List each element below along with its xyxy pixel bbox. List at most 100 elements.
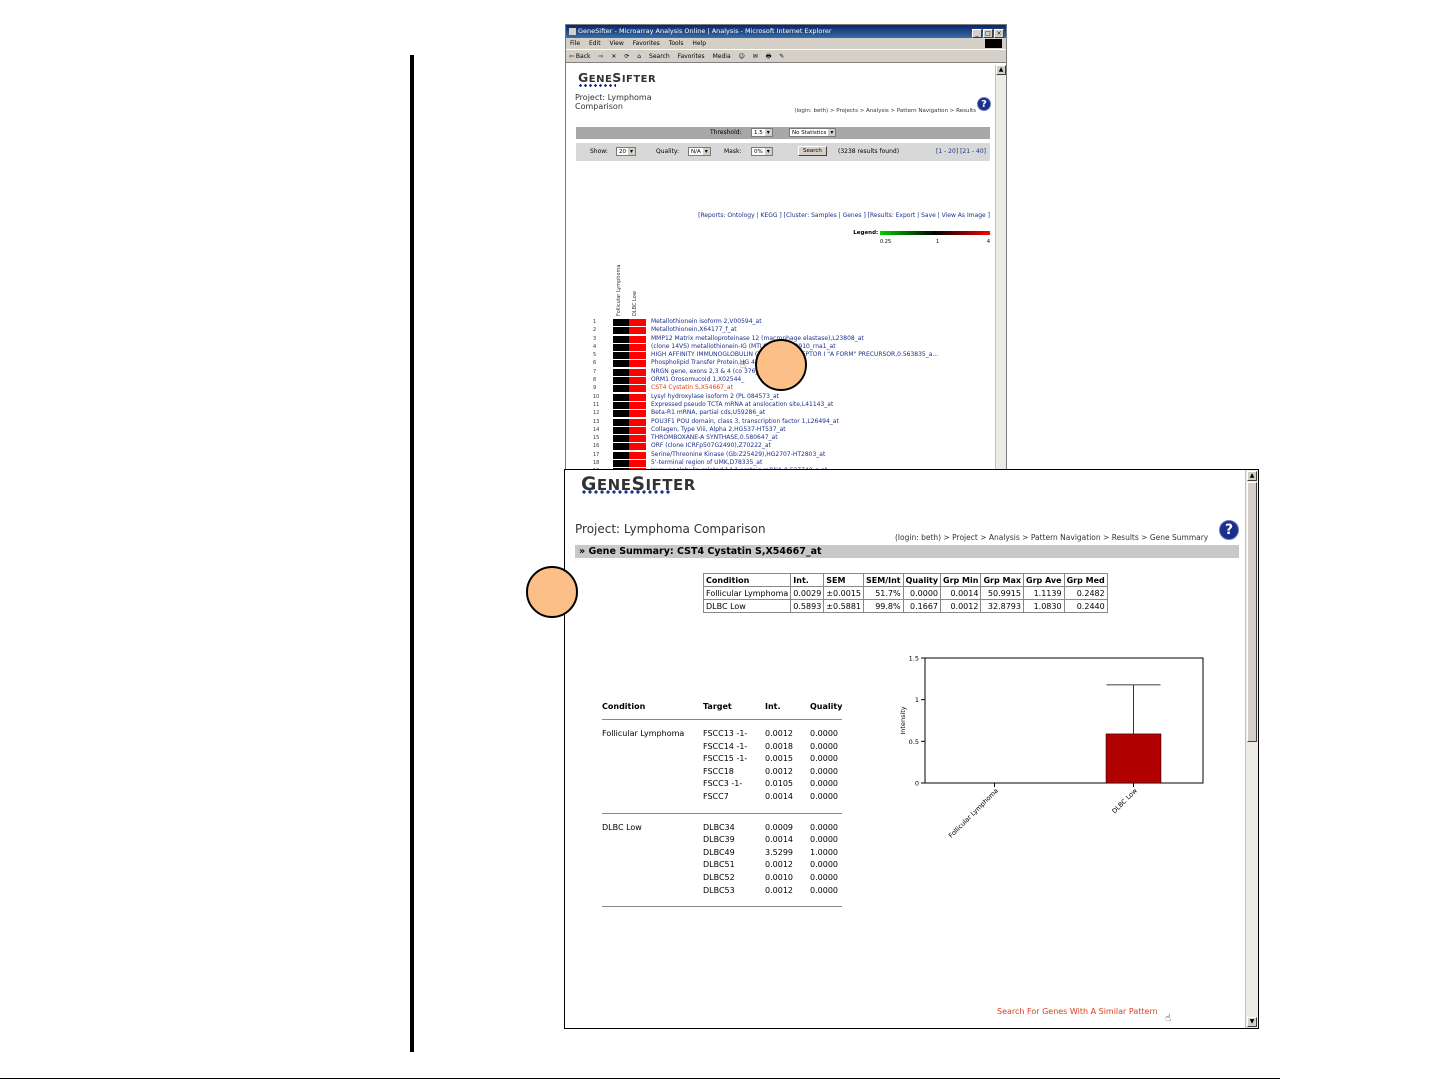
- gene-link[interactable]: (clone 14VS) metallothionein-IG (MTLG) g…: [651, 343, 836, 351]
- gene-link[interactable]: ORM1 Orosomucoid 1,X02544_: [651, 376, 744, 384]
- gene-link[interactable]: Lysyl hydroxylase isoform 2 (PL 084573_a…: [651, 393, 779, 401]
- y-tick-label: 1.5: [909, 655, 919, 663]
- menu-help[interactable]: Help: [692, 40, 706, 47]
- gene-link[interactable]: Collagen, Type Viii, Alpha 2,HG537-HT537…: [651, 426, 786, 434]
- scroll-down-icon[interactable]: ▼: [1247, 1017, 1257, 1027]
- search-toolbar-button[interactable]: Search: [649, 53, 670, 60]
- legend-label: Legend:: [853, 230, 879, 236]
- forward-button[interactable]: ⇨: [598, 53, 603, 60]
- target-cell: FSCC3 -1-: [703, 779, 743, 789]
- favorites-toolbar-button[interactable]: Favorites: [678, 53, 705, 60]
- gene-link[interactable]: Beta-R1 mRNA, partial cds,U59286_at: [651, 409, 765, 417]
- y-tick-label: 1: [915, 696, 919, 704]
- gene-link[interactable]: Metallothionein isoform 2,V00594_at: [651, 318, 762, 326]
- heatmap-cell-dlbc: [629, 460, 646, 468]
- plot-area: [924, 657, 1204, 784]
- scroll-up-icon[interactable]: ▲: [1247, 471, 1257, 481]
- help-icon[interactable]: ?: [1219, 520, 1239, 540]
- gene-link[interactable]: 5'-terminal region of UMK,D78335_at: [651, 459, 762, 467]
- history-button[interactable]: ☺: [739, 53, 745, 60]
- int-cell: 0.0014: [765, 835, 793, 845]
- mail-button[interactable]: ✉: [753, 53, 758, 60]
- stop-button[interactable]: ✕: [611, 53, 616, 60]
- pagination[interactable]: [1 - 20] [21 - 40]: [936, 143, 986, 161]
- table-row: Follicular Lymphoma FSCC13 -1- 0.0012 0.000…: [602, 729, 842, 742]
- threshold-bar: Threshold: 1.5 No Statistics: [576, 127, 990, 139]
- table-row: FSCC3 -1- 0.0105 0.0000: [602, 779, 842, 792]
- media-toolbar-button[interactable]: Media: [713, 53, 731, 60]
- show-select[interactable]: 20: [616, 147, 636, 156]
- intensity-bar-chart: 0 0.5 1 1.5 Intensity Follicular Lymphoma DLBC…: [899, 655, 1204, 840]
- target-cell: FSCC14 -1-: [703, 741, 748, 751]
- window-title: GeneSifter - Microarray Analysis Online …: [578, 27, 832, 35]
- summary-scrollbar[interactable]: ▲ ▼: [1245, 470, 1258, 1028]
- reports-links[interactable]: [Reports: Ontology | KEGG ] [Cluster: Sa…: [698, 212, 990, 219]
- close-icon[interactable]: ×: [994, 29, 1004, 38]
- heatmap-cell-dlbc: [629, 426, 646, 434]
- int-cell: 0.0012: [765, 860, 793, 870]
- maximize-icon[interactable]: □: [983, 29, 993, 38]
- menu-file[interactable]: File: [570, 40, 580, 47]
- help-icon[interactable]: ?: [977, 97, 991, 111]
- minimize-icon[interactable]: _: [972, 29, 982, 38]
- gene-link[interactable]: Metallothionein,X64177_f_at: [651, 326, 737, 334]
- genesifter-logo: GENESIFTER: [578, 70, 657, 85]
- refresh-button[interactable]: ⟳: [624, 53, 629, 60]
- heatmap-cell-dlbc: [629, 385, 646, 393]
- edit-button[interactable]: ✎: [779, 53, 784, 60]
- breadcrumb[interactable]: (login: beth) > Project > Analysis > Pat…: [895, 533, 1208, 542]
- scroll-up-icon[interactable]: ▲: [996, 65, 1006, 75]
- heatmap-cell-dlbc: [629, 418, 646, 426]
- heatmap-cell-dlbc: [629, 443, 646, 451]
- gene-link[interactable]: CST4 Cystatin S,X54667_at: [651, 384, 733, 392]
- gene-link[interactable]: POU3F1 POU domain, class 3, transcriptio…: [651, 418, 839, 426]
- condition-group: DLBC Low DLBC34 0.0009 0.0000 DLBC39 0.0014 0.…: [602, 814, 842, 908]
- col-grp-min: Grp Min: [940, 573, 982, 587]
- table-row: Follicular Lymphoma 0.0029 ±0.0015 51.7%…: [702, 586, 1108, 600]
- statistics-select[interactable]: No Statistics: [789, 128, 837, 137]
- mask-select[interactable]: 0%: [751, 147, 773, 156]
- gene-link[interactable]: ORF (clone ICRFp507G2490),Z70222_at: [651, 442, 771, 450]
- cell: 1.1139: [1023, 586, 1065, 600]
- heatmap-cell-dlbc: [629, 335, 646, 343]
- menu-favorites[interactable]: Favorites: [633, 40, 660, 47]
- scroll-thumb[interactable]: [1247, 482, 1257, 742]
- target-cell: DLBC52: [703, 872, 735, 882]
- col-quality: Quality: [902, 573, 942, 587]
- menu-tools[interactable]: Tools: [669, 40, 684, 47]
- quality-cell: 0.0000: [810, 822, 838, 832]
- gene-link[interactable]: THROMBOXANE-A SYNTHASE,0.580647_at: [651, 434, 778, 442]
- back-button[interactable]: ⇦ Back: [569, 53, 591, 60]
- gene-link[interactable]: MMP12 Matrix metalloproteinase 12 (macro…: [651, 335, 864, 343]
- quality-cell: 0.0000: [810, 779, 838, 789]
- hand-cursor-icon: ☝: [740, 360, 747, 371]
- search-button[interactable]: Search: [798, 146, 827, 156]
- column-header-dlbc: DLBC Low: [632, 291, 638, 316]
- home-button[interactable]: ⌂: [637, 53, 641, 60]
- print-button[interactable]: 🖶: [766, 53, 772, 60]
- heatmap-cell-dlbc: [629, 435, 646, 443]
- gene-summary-heading: » Gene Summary: CST4 Cystatin S,X54667_a…: [575, 545, 1239, 558]
- gene-link[interactable]: Expressed pseudo TCTA mRNA at anslocatio…: [651, 401, 833, 409]
- threshold-select[interactable]: 1.5: [751, 128, 773, 137]
- breadcrumb[interactable]: (login: beth) > Projects > Analysis > Pa…: [794, 108, 976, 114]
- row-number: 9: [593, 385, 597, 392]
- table-row: FSCC7 0.0014 0.0000: [602, 792, 842, 805]
- heatmap-cell-follicular: [613, 426, 629, 434]
- menu-view[interactable]: View: [610, 40, 624, 47]
- cell: 99.8%: [863, 599, 904, 613]
- statistics-table: Condition Int. SEM SEM/Int Quality Grp M…: [702, 573, 1108, 613]
- col-sem-int: SEM/Int: [863, 573, 904, 587]
- page-bottom-rule: [0, 1078, 1280, 1079]
- menu-edit[interactable]: Edit: [589, 40, 601, 47]
- gene-link[interactable]: Serine/Threonine Kinase (Gb:Z25429),HG27…: [651, 451, 825, 459]
- gene-summary-window: GENESIFTER Project: Lymphoma Comparison …: [564, 469, 1259, 1029]
- heatmap-cell-dlbc: [629, 352, 646, 360]
- heatmap-cell-dlbc: [629, 368, 646, 376]
- quality-select[interactable]: N/A: [688, 147, 711, 156]
- similar-pattern-link[interactable]: Search For Genes With A Similar Pattern: [997, 1007, 1158, 1016]
- browser-scrollbar[interactable]: ▲: [995, 65, 1006, 469]
- x-tick-label: Follicular Lymphoma: [947, 787, 1000, 840]
- row-number: 11: [593, 401, 600, 408]
- table-row: FSCC15 -1- 0.0015 0.0000: [602, 754, 842, 767]
